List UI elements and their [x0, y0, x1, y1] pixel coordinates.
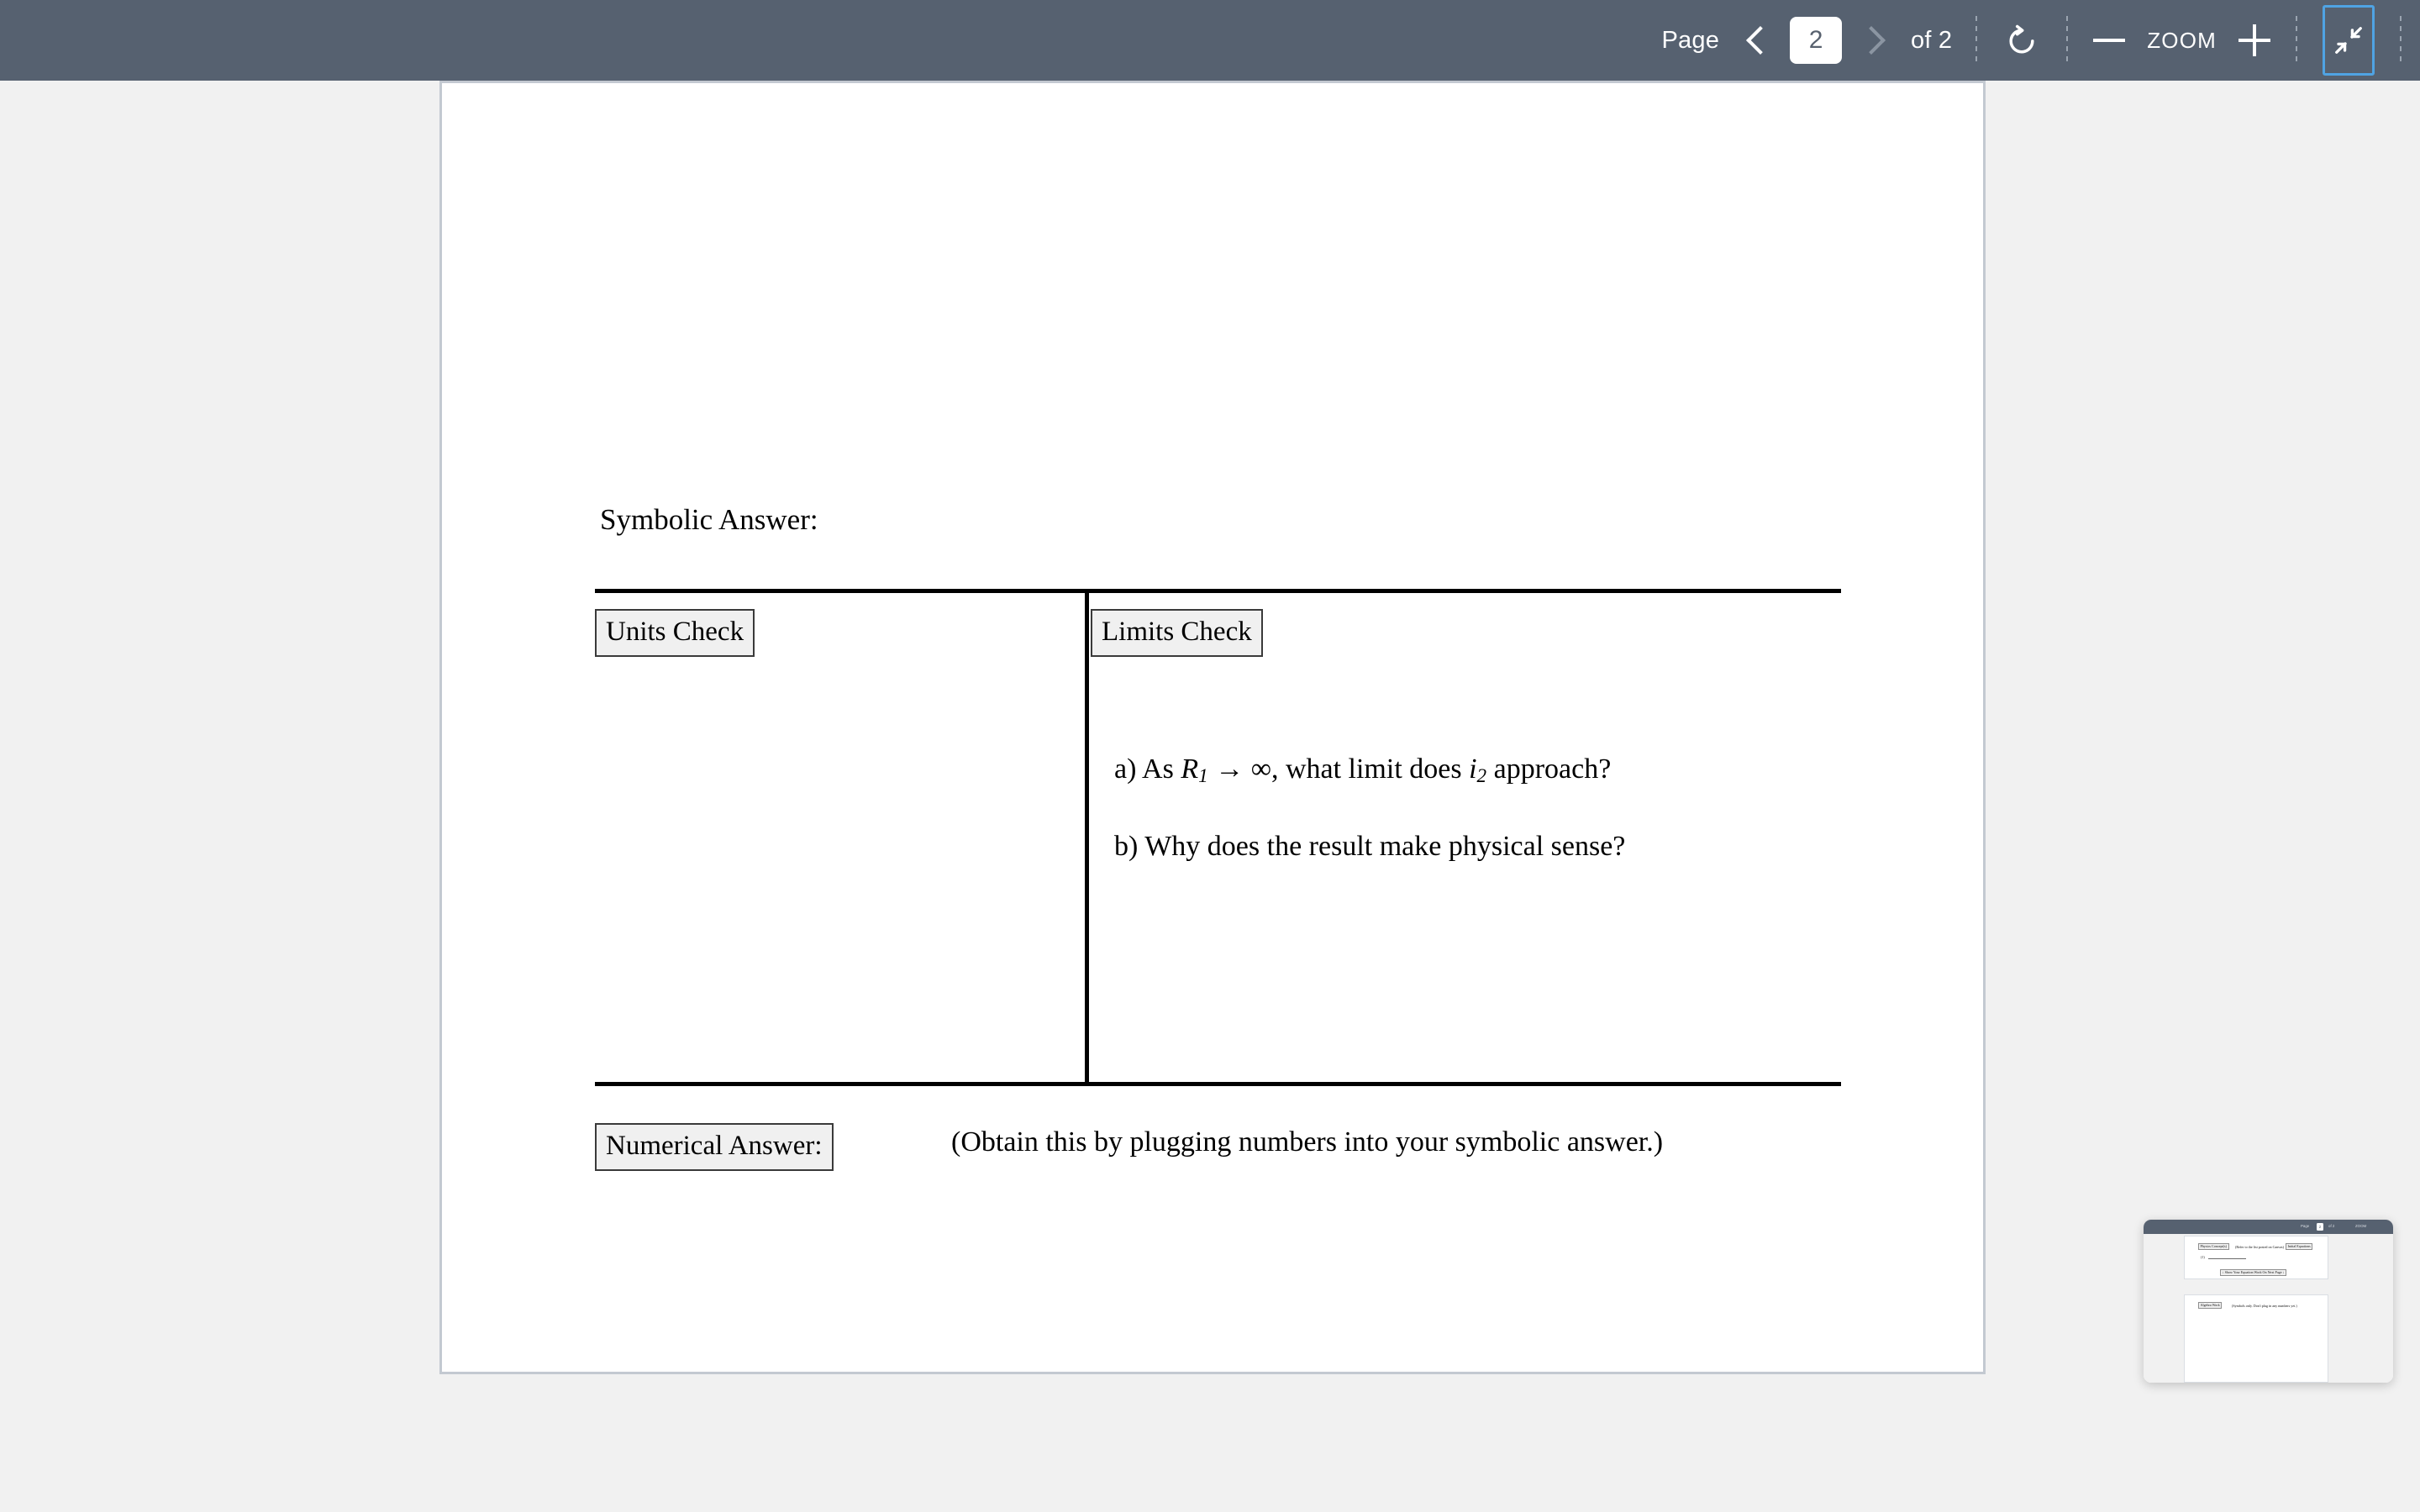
- arrow-symbol: →: [1215, 753, 1244, 785]
- variable-i2: i2: [1469, 753, 1487, 788]
- thumbnail-algebra-work-chip: Algebra Work: [2198, 1302, 2223, 1310]
- thumbnail-list-item-marker: (1): [2201, 1255, 2205, 1259]
- thumbnail-toolbar: Page 2 of 2 ZOOM: [2144, 1220, 2393, 1234]
- numerical-answer-note: (Obtain this by plugging numbers into yo…: [951, 1126, 1664, 1158]
- next-page-button[interactable]: [1849, 11, 1894, 70]
- thumbnail-show-work-chip: ↓ Show Your Equation Work On Next Page ↓: [2220, 1269, 2287, 1277]
- question-b-text: Why does the result make physical sense?: [1144, 831, 1626, 862]
- limits-check-label: Limits Check: [1091, 609, 1263, 657]
- question-a-marker: a): [1114, 753, 1137, 785]
- zoom-label: ZOOM: [2147, 27, 2217, 53]
- thumbnail-zoom-label: ZOOM: [2355, 1224, 2367, 1228]
- units-check-label: Units Check: [595, 609, 755, 657]
- thumbnail-physics-concepts-note: (Refer to the list posted on Canvas): [2235, 1244, 2284, 1249]
- limits-question-b: b) Why does the result make physical sen…: [1114, 831, 1625, 863]
- thumbnail-page-label: Page: [2301, 1224, 2310, 1228]
- page-number-input[interactable]: [1790, 17, 1843, 64]
- question-a-text-after: approach?: [1493, 753, 1612, 785]
- rotate-button[interactable]: [1996, 14, 2048, 66]
- thumbnail-physics-concepts-chip: Physics Concept(s): [2198, 1243, 2229, 1251]
- thumbnail-page-total: of 2: [2328, 1224, 2335, 1228]
- document-content: Symbolic Answer: Units Check Limits Chec…: [442, 83, 1983, 1372]
- pdf-viewer-toolbar: Page of 2 ZOOM: [0, 0, 2420, 81]
- rotate-clockwise-icon: [2009, 24, 2034, 54]
- zoom-controls-group: ZOOM: [2086, 0, 2277, 81]
- thumbnail-blank-line: [2208, 1258, 2246, 1259]
- chevron-right-icon: [1857, 26, 1886, 55]
- page-navigation-group: Page of 2: [1662, 0, 1958, 81]
- exit-fullscreen-button[interactable]: [2323, 5, 2375, 76]
- thumbnail-initial-equations-chip: Initial Equations: [2286, 1243, 2313, 1251]
- question-b-marker: b): [1114, 831, 1139, 862]
- thumbnail-sheet-upper: Physics Concept(s) (Refer to the list po…: [2184, 1236, 2328, 1279]
- zoom-out-button[interactable]: [2086, 18, 2132, 63]
- document-page[interactable]: Symbolic Answer: Units Check Limits Chec…: [439, 81, 1986, 1374]
- toolbar-separator: [1975, 16, 1978, 65]
- thumbnail-algebra-work-note: (Symbols only. Don't plug in any numbers…: [2232, 1303, 2297, 1308]
- limits-question-a: a) As R1 → ∞, what limit does i2 approac…: [1114, 753, 1611, 788]
- zoom-in-button[interactable]: [2232, 18, 2277, 63]
- previous-page-button[interactable]: [1738, 11, 1783, 70]
- table-top-rule: [595, 589, 1841, 593]
- thumbnail-sheet-lower: Algebra Work (Symbols only. Don't plug i…: [2184, 1294, 2328, 1383]
- table-bottom-rule: [595, 1082, 1841, 1086]
- toolbar-separator: [2066, 16, 2069, 65]
- toolbar-separator: [2400, 16, 2402, 65]
- question-a-text-middle: , what limit does: [1270, 753, 1462, 785]
- symbolic-answer-heading: Symbolic Answer:: [600, 503, 818, 536]
- variable-r1: R1: [1181, 753, 1208, 788]
- toolbar-separator: [2296, 16, 2297, 65]
- numerical-answer-label: Numerical Answer:: [595, 1123, 834, 1171]
- page-preview-thumbnail[interactable]: Page 2 of 2 ZOOM Physics Concept(s) (Ref…: [2144, 1220, 2393, 1383]
- table-column-divider: [1085, 591, 1089, 1084]
- thumbnail-page-value: 2: [2317, 1223, 2323, 1231]
- infinity-symbol: ∞: [1250, 753, 1271, 785]
- thumbnail-body: Physics Concept(s) (Refer to the list po…: [2144, 1234, 2393, 1383]
- chevron-left-icon: [1746, 26, 1776, 55]
- page-label: Page: [1661, 26, 1720, 54]
- collapse-arrows-icon: [2335, 27, 2362, 54]
- page-total-label: of 2: [1911, 26, 1953, 54]
- question-a-text-before: As: [1142, 753, 1174, 785]
